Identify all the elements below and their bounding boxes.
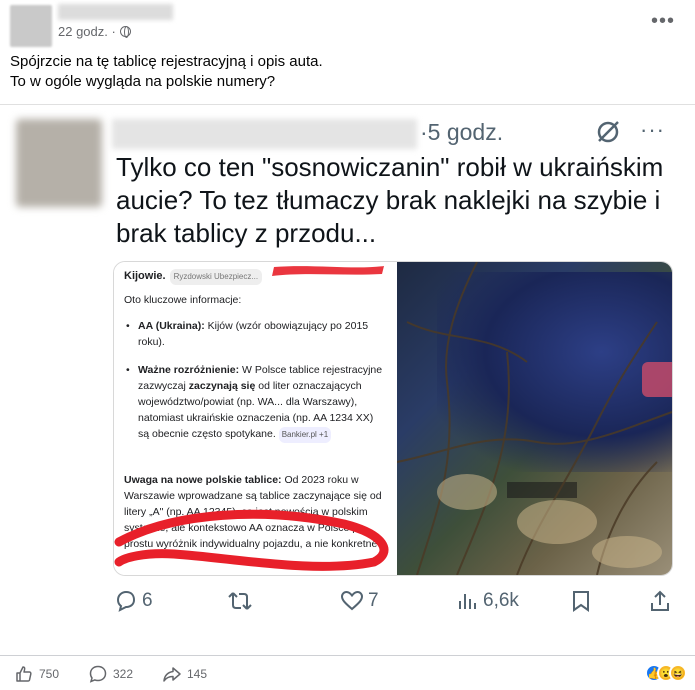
retweet-action [227, 589, 253, 613]
grok-icon [595, 119, 621, 152]
bullet-bold: zaczynają się [188, 380, 256, 392]
like-button[interactable]: 750 [14, 664, 59, 684]
reply-count: 6 [142, 590, 153, 611]
comment-icon [89, 665, 107, 683]
post-footer: 750 322 145 👍 😮 😆 [0, 655, 695, 690]
answer-heading: Kijowie. Ryzdowski Ubezpiecz... [124, 268, 386, 285]
embedded-tweet-screenshot[interactable]: ·5 godz. ··· Tylko co ten "sosnowiczanin… [0, 104, 695, 642]
more-options-button[interactable]: ••• [651, 10, 675, 33]
share-action [649, 589, 671, 613]
reply-action: 6 [114, 589, 153, 613]
tweet-more-icon: ··· [640, 117, 665, 142]
answer-heading-text: Kijowie. [124, 270, 166, 282]
car-photo [397, 262, 672, 575]
answer-warning: Uwaga na nowe polskie tablice: Od 2023 r… [124, 472, 386, 552]
like-action: 7 [340, 589, 379, 613]
share-icon [651, 590, 669, 611]
tweet-author-avatar [16, 119, 102, 207]
like-count: 750 [39, 667, 60, 681]
bullet-bold: AA (Ukraina): [138, 320, 205, 332]
answer-bullet: Ważne rozróżnienie: W Polsce tablice rej… [124, 362, 386, 443]
reply-icon [116, 590, 136, 612]
post-header: 22 godz. · ••• [0, 0, 695, 48]
author-name-redacted[interactable] [58, 4, 173, 20]
answer-intro: Oto kluczowe informacje: [124, 294, 242, 306]
share-button[interactable]: 145 [162, 664, 207, 684]
source-chip: Ryzdowski Ubezpiecz... [169, 269, 263, 285]
post-text: Spójrzcie na tę tablicę rejestracyjną i … [10, 52, 323, 92]
post-text-line: Spójrzcie na tę tablicę rejestracyjną i … [10, 53, 323, 70]
tree-branches [397, 262, 672, 575]
tweet-time: ·5 godz. [420, 119, 504, 145]
tweet-author-name-redacted [112, 119, 417, 149]
heart-icon [340, 590, 364, 611]
bullet-bold: Ważne rozróżnienie: [138, 364, 240, 376]
warning-bold: Uwaga na nowe polskie tablice: [124, 474, 282, 486]
post-timestamp[interactable]: 22 godz. · [58, 24, 116, 39]
bookmark-action [570, 589, 592, 613]
source-chip: Bankier.pl +1 [278, 427, 332, 443]
like-count: 7 [368, 590, 379, 611]
retweet-icon [228, 592, 252, 610]
bookmark-icon [573, 591, 589, 612]
views-action: 6,6k [457, 589, 519, 613]
haha-reaction-icon: 😆 [669, 664, 687, 682]
answer-bullet: AA (Ukraina): Kijów (wzór obowiązujący p… [124, 318, 386, 350]
thumbs-up-icon [16, 666, 32, 682]
views-icon [459, 594, 476, 609]
reactions-summary[interactable]: 👍 😮 😆 [645, 664, 687, 682]
tweet-media: Kijowie. Ryzdowski Ubezpiecz... Oto klucz… [113, 261, 673, 576]
tweet-actions: 6 7 6,6k [112, 589, 682, 619]
post-text-line: To w ogóle wygląda na polskie numery? [10, 73, 276, 90]
globe-icon [119, 26, 131, 38]
share-arrow-icon [163, 667, 181, 682]
comment-count: 322 [113, 667, 134, 681]
post-meta: 22 godz. · [58, 24, 131, 39]
tweet-text: Tylko co ten "sosnowiczanin" robił w ukr… [116, 152, 664, 248]
views-count: 6,6k [483, 590, 519, 611]
author-avatar[interactable] [10, 5, 52, 47]
ai-answer-screenshot: Kijowie. Ryzdowski Ubezpiecz... Oto klucz… [114, 262, 396, 575]
comment-button[interactable]: 322 [88, 664, 133, 684]
share-count: 145 [187, 667, 208, 681]
